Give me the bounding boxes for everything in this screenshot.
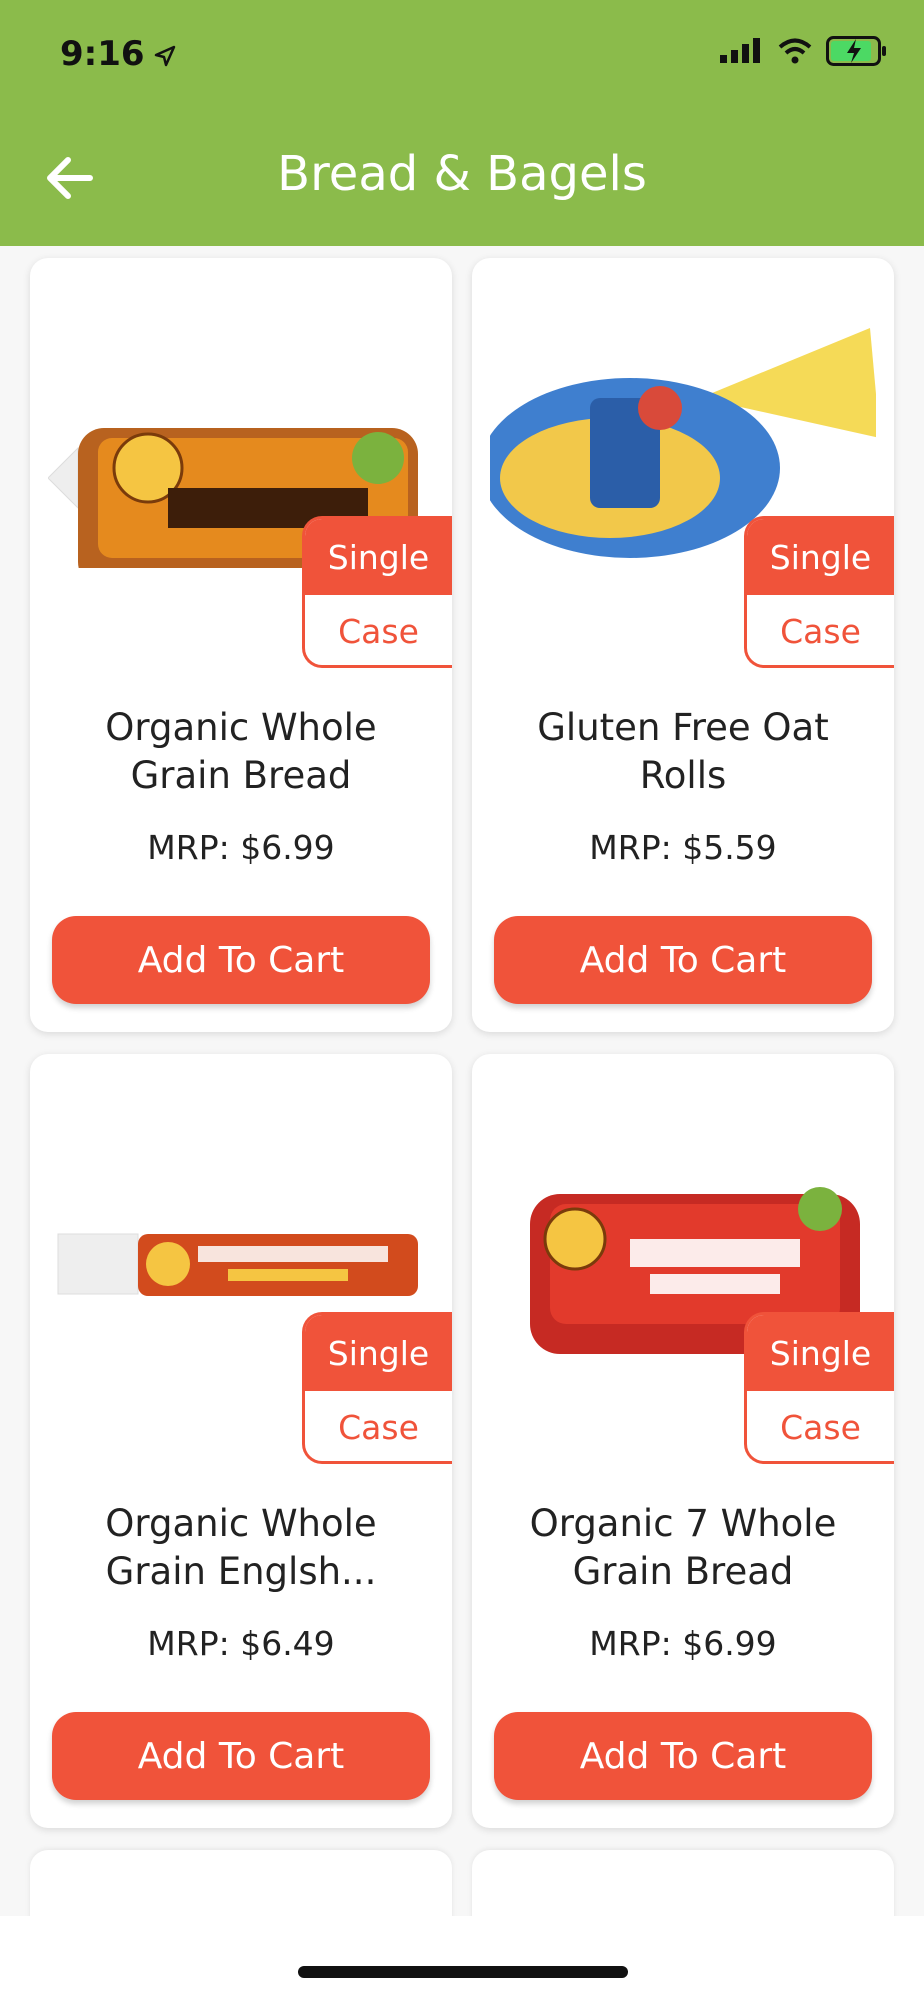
add-to-cart-button[interactable]: Add To Cart <box>52 916 430 1004</box>
product-price: MRP: $5.59 <box>589 828 777 867</box>
home-indicator-area <box>0 1916 924 2000</box>
product-price: MRP: $6.99 <box>589 1624 777 1663</box>
unit-toggle[interactable]: Single Case <box>744 1312 894 1464</box>
single-option[interactable]: Single <box>305 1315 452 1391</box>
product-name: Organic Whole Grain Englsh... <box>105 1502 377 1593</box>
case-option[interactable]: Case <box>305 1391 452 1461</box>
product-name: Organic Whole Grain Bread <box>105 706 377 797</box>
page-title: Bread & Bagels <box>277 146 647 202</box>
unit-toggle[interactable]: Single Case <box>302 516 452 668</box>
single-option[interactable]: Single <box>305 519 452 595</box>
status-icons <box>720 36 888 66</box>
location-arrow-icon <box>154 45 175 66</box>
case-option[interactable]: Case <box>747 595 894 665</box>
case-option[interactable]: Case <box>747 1391 894 1461</box>
home-indicator[interactable] <box>298 1966 628 1978</box>
product-card[interactable]: Single Case Organic Whole Grain Bread MR… <box>30 258 452 1032</box>
unit-toggle[interactable]: Single Case <box>302 1312 452 1464</box>
cellular-signal-icon <box>720 38 760 63</box>
single-option[interactable]: Single <box>747 1315 894 1391</box>
product-name: Gluten Free Oat Rolls <box>537 706 829 797</box>
battery-charging-icon <box>826 36 886 66</box>
product-name: Organic 7 Whole Grain Bread <box>529 1502 837 1593</box>
add-to-cart-button[interactable]: Add To Cart <box>52 1712 430 1800</box>
product-price: MRP: $6.99 <box>147 828 335 867</box>
product-card[interactable]: Single Case Organic Whole Grain Englsh..… <box>30 1054 452 1828</box>
add-to-cart-button[interactable]: Add To Cart <box>494 916 872 1004</box>
wifi-icon <box>778 38 812 64</box>
single-option[interactable]: Single <box>747 519 894 595</box>
product-card[interactable]: Single Case Organic 7 Whole Grain Bread … <box>472 1054 894 1828</box>
unit-toggle[interactable]: Single Case <box>744 516 894 668</box>
status-time: 9:16 <box>60 34 177 74</box>
app-header: 9:16 Bread & Bagels <box>0 0 924 246</box>
product-card[interactable]: Single Case Gluten Free Oat Rolls MRP: $… <box>472 258 894 1032</box>
case-option[interactable]: Case <box>305 595 452 665</box>
add-to-cart-button[interactable]: Add To Cart <box>494 1712 872 1800</box>
product-price: MRP: $6.49 <box>147 1624 335 1663</box>
